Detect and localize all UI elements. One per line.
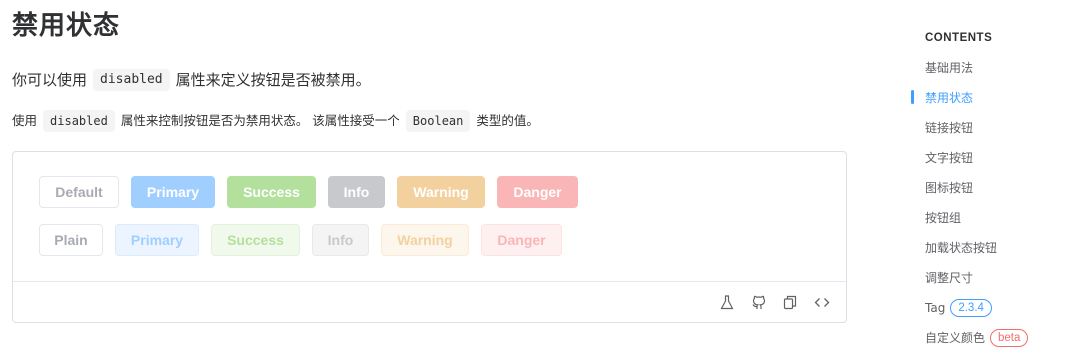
toc-item-custom-color-label: 自定义颜色 [925, 331, 986, 345]
warning-button-disabled[interactable]: Warning [397, 176, 485, 208]
primary-plain-button-disabled[interactable]: Primary [115, 224, 199, 256]
beta-badge: beta [990, 329, 1029, 347]
primary-button-disabled[interactable]: Primary [131, 176, 215, 208]
toc-item-loading-button[interactable]: 加载状态按钮 [925, 240, 997, 256]
github-icon[interactable] [750, 293, 768, 311]
danger-button-disabled[interactable]: Danger [497, 176, 578, 208]
copy-icon[interactable] [781, 293, 799, 311]
toc-item-size[interactable]: 调整尺寸 [925, 270, 973, 286]
demo-toolbar [13, 281, 846, 323]
version-badge: 2.3.4 [950, 299, 992, 317]
detail-text-1: 使用 [12, 113, 38, 128]
inline-code-disabled-2: disabled [43, 110, 115, 132]
toc-item-button-group[interactable]: 按钮组 [925, 210, 961, 226]
detail-text-3: 类型的值。 [476, 113, 539, 128]
info-button-disabled[interactable]: Info [328, 176, 385, 208]
disabled-button-row: Default Primary Success Info Warning Dan… [39, 176, 578, 208]
toc-item-basic-usage[interactable]: 基础用法 [925, 60, 973, 76]
plain-button-disabled[interactable]: Plain [39, 224, 103, 256]
demo-block: Default Primary Success Info Warning Dan… [12, 151, 847, 323]
lead-text-after: 属性来定义按钮是否被禁用。 [175, 71, 371, 89]
detail-text-2: 属性来控制按钮是否为禁用状态。 该属性接受一个 [120, 113, 400, 128]
danger-plain-button-disabled[interactable]: Danger [481, 224, 562, 256]
toc-item-tag[interactable]: Tag 2.3.4 [925, 299, 992, 317]
default-button-disabled[interactable]: Default [39, 176, 119, 208]
toc-item-icon-button[interactable]: 图标按钮 [925, 180, 973, 196]
success-button-disabled[interactable]: Success [227, 176, 316, 208]
inline-code-disabled: disabled [93, 69, 170, 91]
toc-item-link-button[interactable]: 链接按钮 [925, 120, 973, 136]
toc-item-custom-color[interactable]: 自定义颜色 beta [925, 329, 1029, 347]
toc-item-text-button[interactable]: 文字按钮 [925, 150, 973, 166]
toc-item-disabled-state[interactable]: 禁用状态 [925, 90, 973, 106]
page-title: 禁用状态 [12, 11, 121, 41]
flask-icon[interactable] [718, 293, 736, 311]
toc-active-marker [911, 90, 914, 104]
success-plain-button-disabled[interactable]: Success [211, 224, 300, 256]
code-icon[interactable] [813, 293, 831, 311]
lead-paragraph: 你可以使用 disabled 属性来定义按钮是否被禁用。 [12, 68, 371, 92]
detail-paragraph: 使用 disabled 属性来控制按钮是否为禁用状态。 该属性接受一个 Bool… [12, 110, 539, 132]
warning-plain-button-disabled[interactable]: Warning [381, 224, 469, 256]
lead-text-before: 你可以使用 [12, 71, 88, 89]
toc-item-tag-label: Tag [925, 301, 946, 315]
toc-heading: CONTENTS [925, 32, 993, 44]
inline-code-boolean: Boolean [405, 110, 471, 132]
plain-disabled-button-row: Plain Primary Success Info Warning Dange… [39, 224, 562, 256]
info-plain-button-disabled[interactable]: Info [312, 224, 369, 256]
